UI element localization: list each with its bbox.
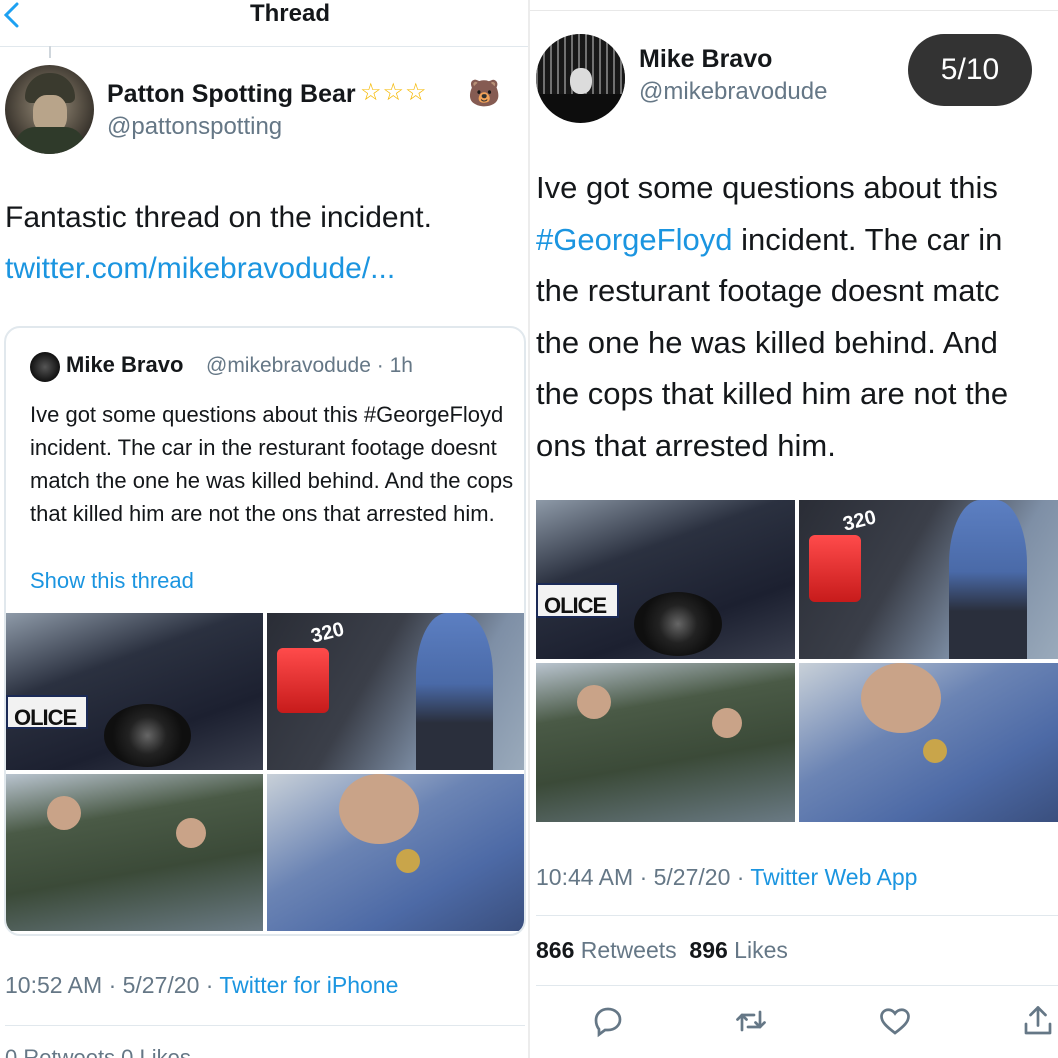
taillight-shape: [809, 534, 862, 602]
avatar[interactable]: [536, 34, 625, 123]
bear-emoji: 🐻: [468, 78, 501, 108]
thread-connector: [49, 46, 51, 58]
tweet-line: ons that arrested him.: [536, 427, 836, 463]
divider: [536, 985, 1058, 986]
taillight-shape: [277, 647, 329, 714]
retweets-count[interactable]: 866: [536, 937, 574, 963]
divider: [5, 1025, 525, 1026]
tweet-line: the resturant footage doesnt matc: [536, 273, 1000, 308]
avatar[interactable]: [5, 65, 94, 154]
reply-icon[interactable]: [590, 1003, 626, 1039]
wheel-shape: [103, 704, 192, 767]
author-handle[interactable]: @mikebravodude: [639, 78, 827, 106]
likes-count[interactable]: 896: [689, 937, 727, 963]
tweet-text: Ive got some questions about this #Georg…: [536, 162, 1058, 471]
tweet-line: the one he was killed behind. And: [536, 324, 998, 360]
tweet-text: Fantastic thread on the incident.: [5, 201, 432, 234]
police-door-panel: OLICE: [536, 582, 619, 619]
tweet-line: the cops that killed him are not the: [536, 376, 1009, 411]
media-grid: OLICE 320: [6, 613, 524, 931]
quote-meta: @mikebravodude · 1h: [206, 354, 413, 377]
tweet-stats: 0 Retweets 0 Likes: [5, 1045, 191, 1058]
officer-head: [47, 795, 82, 830]
media-photo-car-rear[interactable]: 320: [799, 500, 1058, 659]
police-label: OLICE: [544, 593, 607, 619]
tweet-timestamp: 10:44 AM · 5/27/20 · Twitter Web App: [536, 864, 917, 891]
tweet-stats: 866 Retweets 896 Likes: [536, 937, 788, 964]
media-photo-officer[interactable]: [267, 774, 524, 931]
retweet-icon[interactable]: [733, 1003, 769, 1039]
likes-label[interactable]: Likes: [728, 937, 788, 963]
divider: [536, 915, 1058, 916]
show-thread-link[interactable]: Show this thread: [30, 568, 194, 594]
author-name[interactable]: Patton Spotting Bear: [107, 80, 356, 109]
police-label: OLICE: [14, 705, 77, 731]
tweet-line: Ive got some questions about this: [536, 170, 998, 205]
quote-author-name[interactable]: Mike Bravo: [66, 352, 183, 378]
badge-shape: [395, 849, 420, 874]
police-door-panel: OLICE: [6, 694, 89, 731]
author-handle[interactable]: @pattonspotting: [107, 113, 282, 141]
timestamp-text: 10:52 AM · 5/27/20 ·: [5, 972, 220, 998]
source-link[interactable]: Twitter Web App: [750, 864, 917, 890]
media-photo-officer[interactable]: [799, 663, 1058, 822]
officer-head: [861, 663, 942, 733]
header-divider: [0, 46, 528, 47]
officer-figure: [949, 500, 1027, 659]
wheel-shape: [634, 592, 723, 656]
like-icon[interactable]: [877, 1003, 913, 1039]
divider: [530, 10, 1058, 11]
media-photo-police-car[interactable]: OLICE: [6, 613, 263, 770]
media-grid: OLICE 320: [536, 500, 1058, 822]
officer-head: [175, 817, 206, 848]
media-photo-arrest[interactable]: [536, 663, 795, 822]
page-title: Thread: [249, 0, 330, 27]
right-tweet-screenshot: Mike Bravo @mikebravodude 5/10 Ive got s…: [530, 0, 1058, 1058]
tweet-link[interactable]: twitter.com/mikebravodude/...: [5, 252, 395, 286]
media-photo-car-rear[interactable]: 320: [267, 613, 524, 770]
timestamp-text: 10:44 AM · 5/27/20 ·: [536, 864, 751, 890]
left-thread-screenshot: Thread Patton Spotting Bear ☆☆☆ 🐻 @patto…: [0, 0, 528, 1058]
avatar[interactable]: [30, 352, 60, 382]
uniform-shape: [15, 127, 85, 154]
page-indicator-badge: 5/10: [908, 34, 1032, 106]
source-link[interactable]: Twitter for iPhone: [219, 972, 398, 998]
badge-shape: [923, 739, 948, 764]
officer-figure: [416, 613, 494, 770]
tweet-timestamp: 10:52 AM · 5/27/20 · Twitter for iPhone: [5, 972, 398, 999]
media-photo-arrest[interactable]: [6, 774, 263, 931]
skull-shape: [570, 68, 592, 94]
unit-number: 320: [308, 618, 347, 649]
hashtag-link[interactable]: #GeorgeFloyd: [536, 222, 732, 257]
quote-text: Ive got some questions about this #Georg…: [30, 402, 514, 526]
officer-head: [712, 707, 743, 738]
tweet-line: #GeorgeFloyd incident. The car in: [536, 221, 1003, 257]
officer-head: [577, 685, 612, 720]
officer-head: [338, 774, 419, 844]
share-icon[interactable]: [1020, 1003, 1056, 1039]
media-photo-police-car[interactable]: OLICE: [536, 500, 795, 659]
retweets-label[interactable]: Retweets: [574, 937, 677, 963]
unit-number: 320: [840, 505, 879, 536]
star-emojis: ☆☆☆: [360, 79, 428, 106]
quoted-tweet-card[interactable]: Mike Bravo @mikebravodude · 1h Ive got s…: [4, 326, 526, 936]
author-name[interactable]: Mike Bravo: [639, 45, 772, 74]
